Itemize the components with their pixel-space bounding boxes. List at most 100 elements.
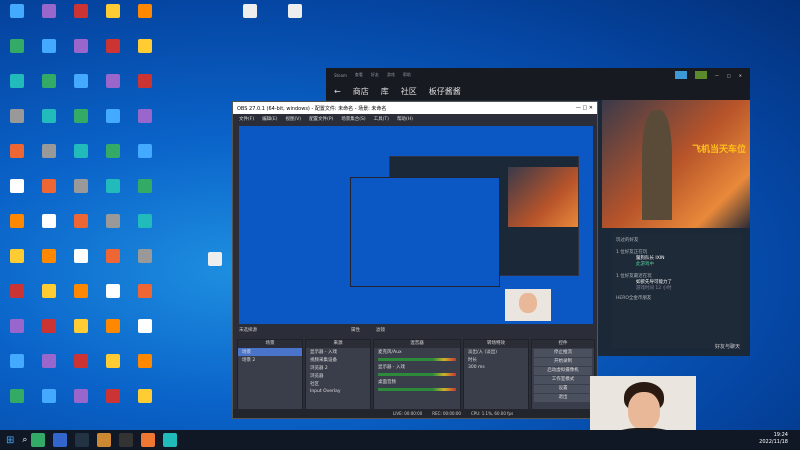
desktop-icon[interactable] (2, 387, 32, 421)
desktop-icon[interactable] (34, 282, 64, 316)
desktop-icon[interactable] (235, 2, 265, 36)
desktop-icon[interactable] (98, 37, 128, 71)
desktop-icon[interactable] (2, 142, 32, 176)
nav-store[interactable]: 商店 (353, 86, 369, 97)
minimize-icon[interactable]: — (715, 73, 719, 78)
scene-item[interactable]: 场景 (238, 348, 302, 356)
friends-chat-button[interactable]: 好友与聊天 (715, 343, 740, 350)
obs-preview[interactable] (239, 126, 593, 324)
obs-taskbar-icon[interactable] (119, 433, 134, 447)
maximize-icon[interactable]: □ (727, 73, 731, 78)
menu-scene-collection[interactable]: 场景集合(S) (341, 116, 365, 122)
desktop-icon[interactable] (98, 387, 128, 421)
desktop-icon[interactable] (98, 177, 128, 211)
desktop-icon[interactable] (2, 317, 32, 351)
taskview-icon[interactable] (31, 433, 46, 447)
desktop-icon[interactable] (130, 317, 160, 351)
desktop-icon[interactable] (2, 72, 32, 106)
desktop-icon[interactable] (34, 387, 64, 421)
desktop-icon[interactable] (98, 352, 128, 386)
source-item[interactable]: 社区 (306, 380, 370, 388)
desktop-icon[interactable] (2, 212, 32, 246)
steam-menu-steam[interactable]: Steam (334, 73, 347, 78)
duration-input[interactable]: 300 ms (464, 364, 528, 371)
desktop-icon[interactable] (34, 352, 64, 386)
virtual-camera-button[interactable]: 启动虚拟摄像机 (534, 367, 592, 375)
desktop-icon[interactable] (98, 2, 128, 36)
desktop-icon[interactable] (2, 107, 32, 141)
scene-item[interactable]: 场景 2 (238, 356, 302, 364)
desktop-icon[interactable] (130, 177, 160, 211)
desktop-icon[interactable] (98, 247, 128, 281)
menu-file[interactable]: 文件(F) (239, 116, 254, 122)
desktop-icon[interactable] (2, 2, 32, 36)
desktop-icon[interactable] (34, 212, 64, 246)
desktop-icon[interactable] (34, 177, 64, 211)
menu-view[interactable]: 视图(V) (285, 116, 301, 122)
steam-menu-games[interactable]: 游戏 (387, 72, 395, 78)
desktop-icon[interactable] (130, 352, 160, 386)
obs-window[interactable]: OBS 27.0.1 (64-bit, windows) - 配置文件: 未命名… (232, 101, 598, 419)
source-item[interactable]: 视频采集设备 (306, 356, 370, 364)
broadcast-icon[interactable] (674, 71, 687, 79)
desktop-icon[interactable] (66, 282, 96, 316)
studio-mode-button[interactable]: 工作室模式 (534, 376, 592, 384)
nav-library[interactable]: 库 (381, 86, 389, 97)
nav-profile[interactable]: 板仔酱酱 (429, 86, 461, 97)
desktop-icon[interactable] (66, 212, 96, 246)
menu-edit[interactable]: 编辑(E) (262, 116, 277, 122)
desktop-icon[interactable] (2, 352, 32, 386)
menu-tools[interactable]: 工具(T) (374, 116, 389, 122)
desktop-icon[interactable] (130, 37, 160, 71)
source-item[interactable]: 浏览器 2 (306, 364, 370, 372)
steam-taskbar-icon[interactable] (75, 433, 90, 447)
transition-select[interactable]: 淡出/入 (淡出) (464, 348, 528, 356)
steam-menu-view[interactable]: 查看 (355, 72, 363, 78)
app-icon[interactable] (97, 433, 112, 447)
search-icon[interactable]: ⌕ (22, 435, 27, 445)
desktop-icon[interactable] (66, 142, 96, 176)
desktop-icon[interactable] (98, 142, 128, 176)
close-icon[interactable]: ✕ (739, 73, 742, 78)
desktop-icon[interactable] (130, 387, 160, 421)
desktop-icon[interactable] (2, 37, 32, 71)
stop-streaming-button[interactable]: 停止推流 (534, 349, 592, 357)
back-icon[interactable]: ← (334, 87, 341, 96)
desktop-icon[interactable] (130, 72, 160, 106)
desktop-icon[interactable] (130, 282, 160, 316)
source-item[interactable]: Input Overlay (306, 388, 370, 395)
desktop-icon[interactable] (130, 2, 160, 36)
desktop-icon[interactable] (34, 2, 64, 36)
desktop-icon[interactable] (280, 2, 310, 36)
desktop-icon[interactable] (34, 142, 64, 176)
desktop-icon[interactable] (98, 282, 128, 316)
desktop-icon[interactable] (66, 107, 96, 141)
system-clock[interactable]: 19:24 2022/11/18 (759, 432, 788, 446)
source-item[interactable]: 浏览器 (306, 372, 370, 380)
desktop-icon[interactable] (34, 317, 64, 351)
desktop-icon[interactable] (2, 247, 32, 281)
windows-start-icon[interactable]: ⊞ (6, 435, 14, 446)
steam-menu-friends[interactable]: 好友 (371, 72, 379, 78)
source-item[interactable]: 显示器 - 入戏 (306, 348, 370, 356)
desktop-icon[interactable] (66, 247, 96, 281)
desktop-icon[interactable] (34, 247, 64, 281)
filters-button[interactable]: 滤镜 (376, 327, 385, 333)
desktop-icon[interactable] (200, 250, 230, 284)
notification-icon[interactable] (694, 71, 707, 79)
desktop-icon[interactable] (66, 37, 96, 71)
desktop-icon[interactable] (66, 72, 96, 106)
desktop-icon[interactable] (66, 177, 96, 211)
desktop-icon[interactable] (34, 37, 64, 71)
desktop-icon[interactable] (66, 2, 96, 36)
desktop-icon[interactable] (66, 387, 96, 421)
desktop-icon[interactable] (98, 107, 128, 141)
settings-button[interactable]: 设置 (534, 385, 592, 393)
desktop-icon[interactable] (130, 247, 160, 281)
desktop-icon[interactable] (34, 107, 64, 141)
start-recording-button[interactable]: 开始录制 (534, 358, 592, 366)
menu-help[interactable]: 帮助(H) (397, 116, 413, 122)
desktop-icon[interactable] (66, 352, 96, 386)
exit-button[interactable]: 退出 (534, 394, 592, 402)
desktop-icon[interactable] (98, 72, 128, 106)
